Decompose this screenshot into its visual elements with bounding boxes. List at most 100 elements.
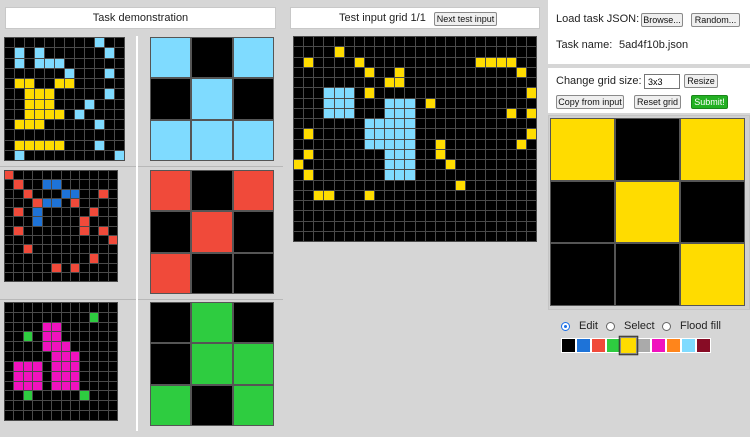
grid-cell[interactable]	[314, 149, 324, 159]
test-input-grid[interactable]	[293, 36, 537, 242]
grid-cell[interactable]	[314, 119, 324, 129]
grid-cell[interactable]	[506, 98, 516, 108]
grid-cell[interactable]	[405, 221, 415, 231]
grid-cell[interactable]	[294, 57, 304, 67]
grid-cell[interactable]	[364, 88, 374, 98]
grid-cell[interactable]	[486, 57, 496, 67]
grid-cell[interactable]	[496, 221, 506, 231]
grid-cell[interactable]	[680, 243, 745, 306]
grid-cell[interactable]	[385, 119, 395, 129]
grid-cell[interactable]	[445, 98, 455, 108]
resize-button[interactable]: Resize	[684, 74, 718, 88]
grid-cell[interactable]	[435, 108, 445, 118]
grid-cell[interactable]	[354, 47, 364, 57]
grid-cell[interactable]	[354, 190, 364, 200]
grid-cell[interactable]	[506, 37, 516, 47]
grid-cell[interactable]	[375, 160, 385, 170]
grid-cell[interactable]	[506, 231, 516, 241]
grid-cell[interactable]	[364, 129, 374, 139]
grid-cell[interactable]	[516, 119, 526, 129]
grid-cell[interactable]	[324, 67, 334, 77]
grid-cell[interactable]	[314, 190, 324, 200]
grid-cell[interactable]	[526, 221, 536, 231]
grid-cell[interactable]	[445, 57, 455, 67]
grid-cell[interactable]	[395, 47, 405, 57]
grid-cell[interactable]	[354, 201, 364, 211]
grid-cell[interactable]	[516, 98, 526, 108]
grid-cell[interactable]	[354, 170, 364, 180]
grid-cell[interactable]	[375, 119, 385, 129]
grid-cell[interactable]	[354, 221, 364, 231]
grid-cell[interactable]	[476, 119, 486, 129]
grid-cell[interactable]	[456, 47, 466, 57]
grid-cell[interactable]	[415, 57, 425, 67]
grid-cell[interactable]	[506, 57, 516, 67]
grid-cell[interactable]	[680, 118, 745, 181]
grid-cell[interactable]	[364, 160, 374, 170]
grid-cell[interactable]	[375, 67, 385, 77]
grid-cell[interactable]	[314, 139, 324, 149]
grid-cell[interactable]	[496, 201, 506, 211]
grid-cell[interactable]	[395, 98, 405, 108]
grid-cell[interactable]	[516, 88, 526, 98]
grid-cell[interactable]	[496, 78, 506, 88]
grid-cell[interactable]	[516, 139, 526, 149]
grid-cell[interactable]	[304, 57, 314, 67]
grid-cell[interactable]	[314, 37, 324, 47]
grid-cell[interactable]	[354, 211, 364, 221]
grid-cell[interactable]	[496, 119, 506, 129]
grid-cell[interactable]	[385, 78, 395, 88]
grid-cell[interactable]	[445, 180, 455, 190]
grid-cell[interactable]	[314, 57, 324, 67]
grid-cell[interactable]	[385, 170, 395, 180]
grid-cell[interactable]	[516, 108, 526, 118]
grid-cell[interactable]	[314, 98, 324, 108]
grid-cell[interactable]	[506, 211, 516, 221]
next-test-input-button[interactable]: Next test input	[434, 12, 497, 26]
grid-cell[interactable]	[364, 37, 374, 47]
grid-cell[interactable]	[445, 139, 455, 149]
grid-cell[interactable]	[405, 98, 415, 108]
grid-cell[interactable]	[294, 180, 304, 190]
grid-cell[interactable]	[435, 98, 445, 108]
grid-cell[interactable]	[364, 57, 374, 67]
grid-cell[interactable]	[364, 119, 374, 129]
grid-cell[interactable]	[324, 139, 334, 149]
grid-cell[interactable]	[435, 78, 445, 88]
grid-cell[interactable]	[405, 67, 415, 77]
grid-cell[interactable]	[466, 119, 476, 129]
grid-cell[interactable]	[496, 57, 506, 67]
grid-cell[interactable]	[324, 47, 334, 57]
grid-cell[interactable]	[476, 231, 486, 241]
grid-cell[interactable]	[496, 47, 506, 57]
grid-cell[interactable]	[466, 180, 476, 190]
grid-cell[interactable]	[415, 139, 425, 149]
grid-cell[interactable]	[456, 149, 466, 159]
grid-cell[interactable]	[344, 88, 354, 98]
grid-cell[interactable]	[304, 108, 314, 118]
grid-cell[interactable]	[506, 160, 516, 170]
grid-cell[interactable]	[435, 221, 445, 231]
grid-cell[interactable]	[435, 67, 445, 77]
grid-cell[interactable]	[516, 57, 526, 67]
grid-cell[interactable]	[395, 108, 405, 118]
grid-cell[interactable]	[456, 98, 466, 108]
grid-cell[interactable]	[435, 57, 445, 67]
grid-cell[interactable]	[526, 211, 536, 221]
grid-cell[interactable]	[375, 170, 385, 180]
grid-cell[interactable]	[435, 170, 445, 180]
grid-cell[interactable]	[405, 231, 415, 241]
grid-cell[interactable]	[395, 129, 405, 139]
grid-cell[interactable]	[324, 180, 334, 190]
grid-cell[interactable]	[445, 108, 455, 118]
grid-cell[interactable]	[435, 149, 445, 159]
grid-cell[interactable]	[456, 78, 466, 88]
grid-cell[interactable]	[395, 231, 405, 241]
grid-cell[interactable]	[466, 108, 476, 118]
grid-cell[interactable]	[506, 221, 516, 231]
grid-cell[interactable]	[516, 129, 526, 139]
grid-cell[interactable]	[385, 201, 395, 211]
grid-cell[interactable]	[415, 221, 425, 231]
grid-cell[interactable]	[456, 37, 466, 47]
grid-cell[interactable]	[364, 98, 374, 108]
